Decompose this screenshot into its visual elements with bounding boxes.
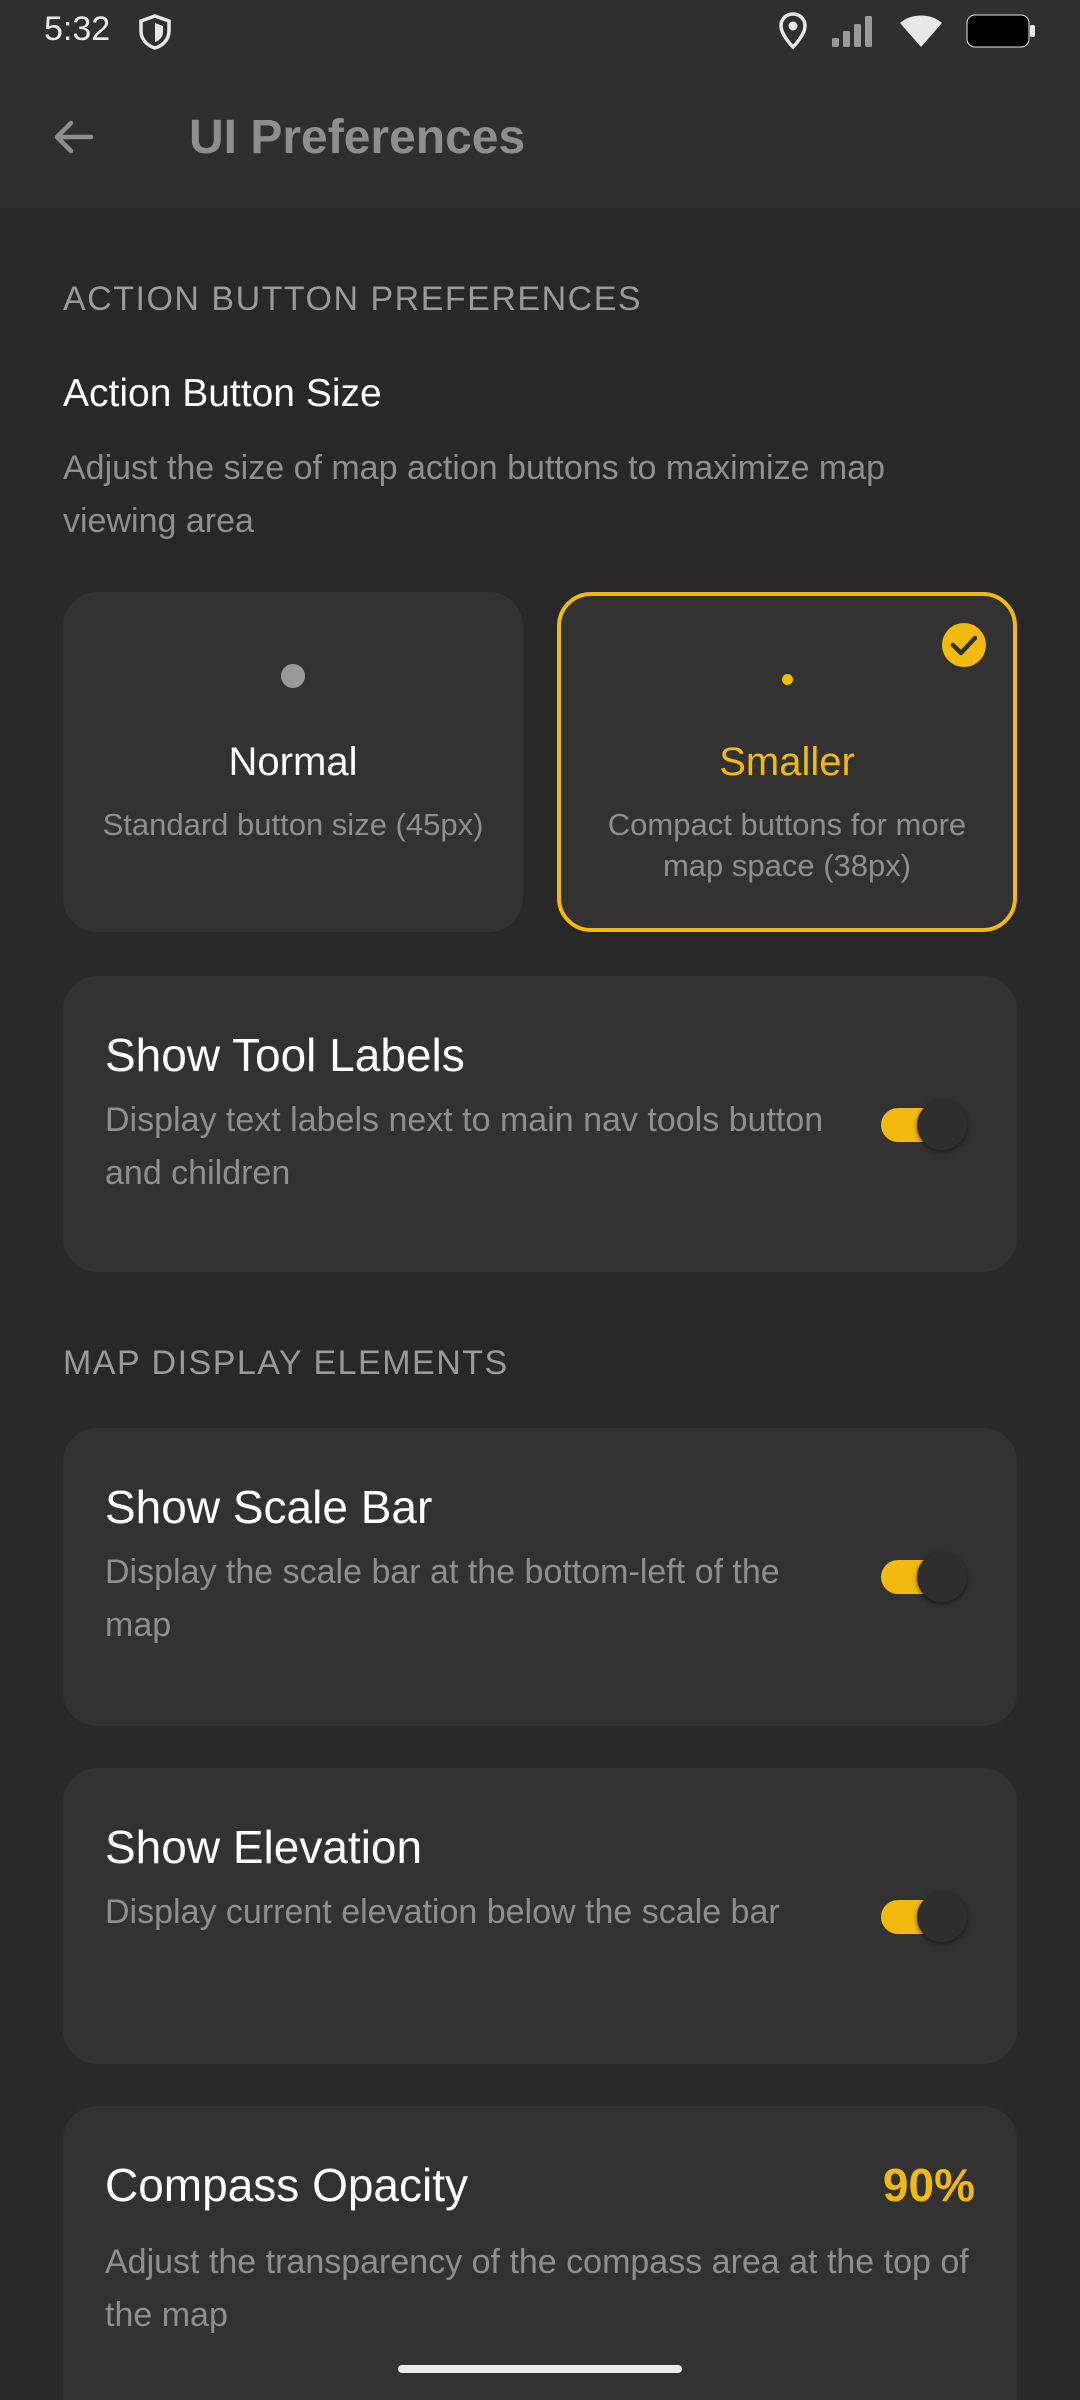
action-button-size-description: Adjust the size of map action buttons to… (63, 449, 886, 540)
status-icons (778, 12, 1036, 50)
compass-opacity-title: Compass Opacity (105, 2159, 469, 2211)
elevation-toggle[interactable] (881, 1892, 971, 1942)
size-option-normal[interactable]: Normal Standard button size (45px) (63, 592, 523, 932)
section-header-action-buttons: ACTION BUTTON PREFERENCES (63, 280, 643, 318)
arrow-left-icon (54, 120, 94, 154)
back-button[interactable] (40, 104, 106, 170)
scale-bar-toggle[interactable] (881, 1552, 971, 1602)
size-option-description: Standard button size (45px) (102, 807, 484, 842)
battery-icon (966, 13, 1036, 49)
toggle-thumb (917, 1892, 967, 1942)
tool-labels-description: Display text labels next to main nav too… (105, 1101, 824, 1192)
tool-labels-title: Show Tool Labels (105, 1029, 465, 1081)
wifi-icon (898, 13, 944, 49)
tool-labels-toggle[interactable] (881, 1100, 971, 1150)
size-option-label: Smaller (719, 740, 855, 784)
location-icon (778, 12, 808, 50)
app-bar: UI Preferences (0, 64, 1080, 208)
status-bar: 5:32 (0, 0, 1080, 64)
scale-bar-title: Show Scale Bar (105, 1481, 433, 1533)
status-time: 5:32 (44, 10, 111, 48)
compass-opacity-card: Compass Opacity 90% Adjust the transpare… (63, 2106, 1017, 2400)
page-title: UI Preferences (189, 111, 526, 164)
toggle-thumb (917, 1100, 967, 1150)
size-option-smaller[interactable]: Smaller Compact buttons for more map spa… (557, 592, 1017, 932)
smaller-size-preview-icon (782, 674, 793, 685)
elevation-card: Show Elevation Display current elevation… (63, 1768, 1017, 2064)
toggle-thumb (917, 1552, 967, 1602)
action-button-size-title: Action Button Size (63, 372, 382, 415)
compass-opacity-description: Adjust the transparency of the compass a… (105, 2243, 969, 2334)
section-header-map-display: MAP DISPLAY ELEMENTS (63, 1344, 509, 1382)
size-option-description: Compact buttons for more map space (38px… (607, 807, 967, 883)
shield-icon (138, 14, 172, 50)
cell-signal-icon (830, 14, 876, 48)
normal-size-preview-icon (281, 664, 305, 688)
scale-bar-card: Show Scale Bar Display the scale bar at … (63, 1428, 1017, 1726)
size-option-label: Normal (228, 740, 358, 784)
ui-preferences-screen: 5:32 UI Preferences ACTION BUTTON PREFER… (0, 0, 1080, 2400)
elevation-description: Display current elevation below the scal… (105, 1893, 780, 1931)
check-circle-icon (942, 623, 986, 667)
scale-bar-description: Display the scale bar at the bottom-left… (105, 1553, 780, 1644)
compass-opacity-value: 90% (882, 2159, 975, 2211)
tool-labels-card: Show Tool Labels Display text labels nex… (63, 976, 1017, 1272)
gesture-nav-handle[interactable] (398, 2365, 682, 2373)
elevation-title: Show Elevation (105, 1821, 423, 1873)
